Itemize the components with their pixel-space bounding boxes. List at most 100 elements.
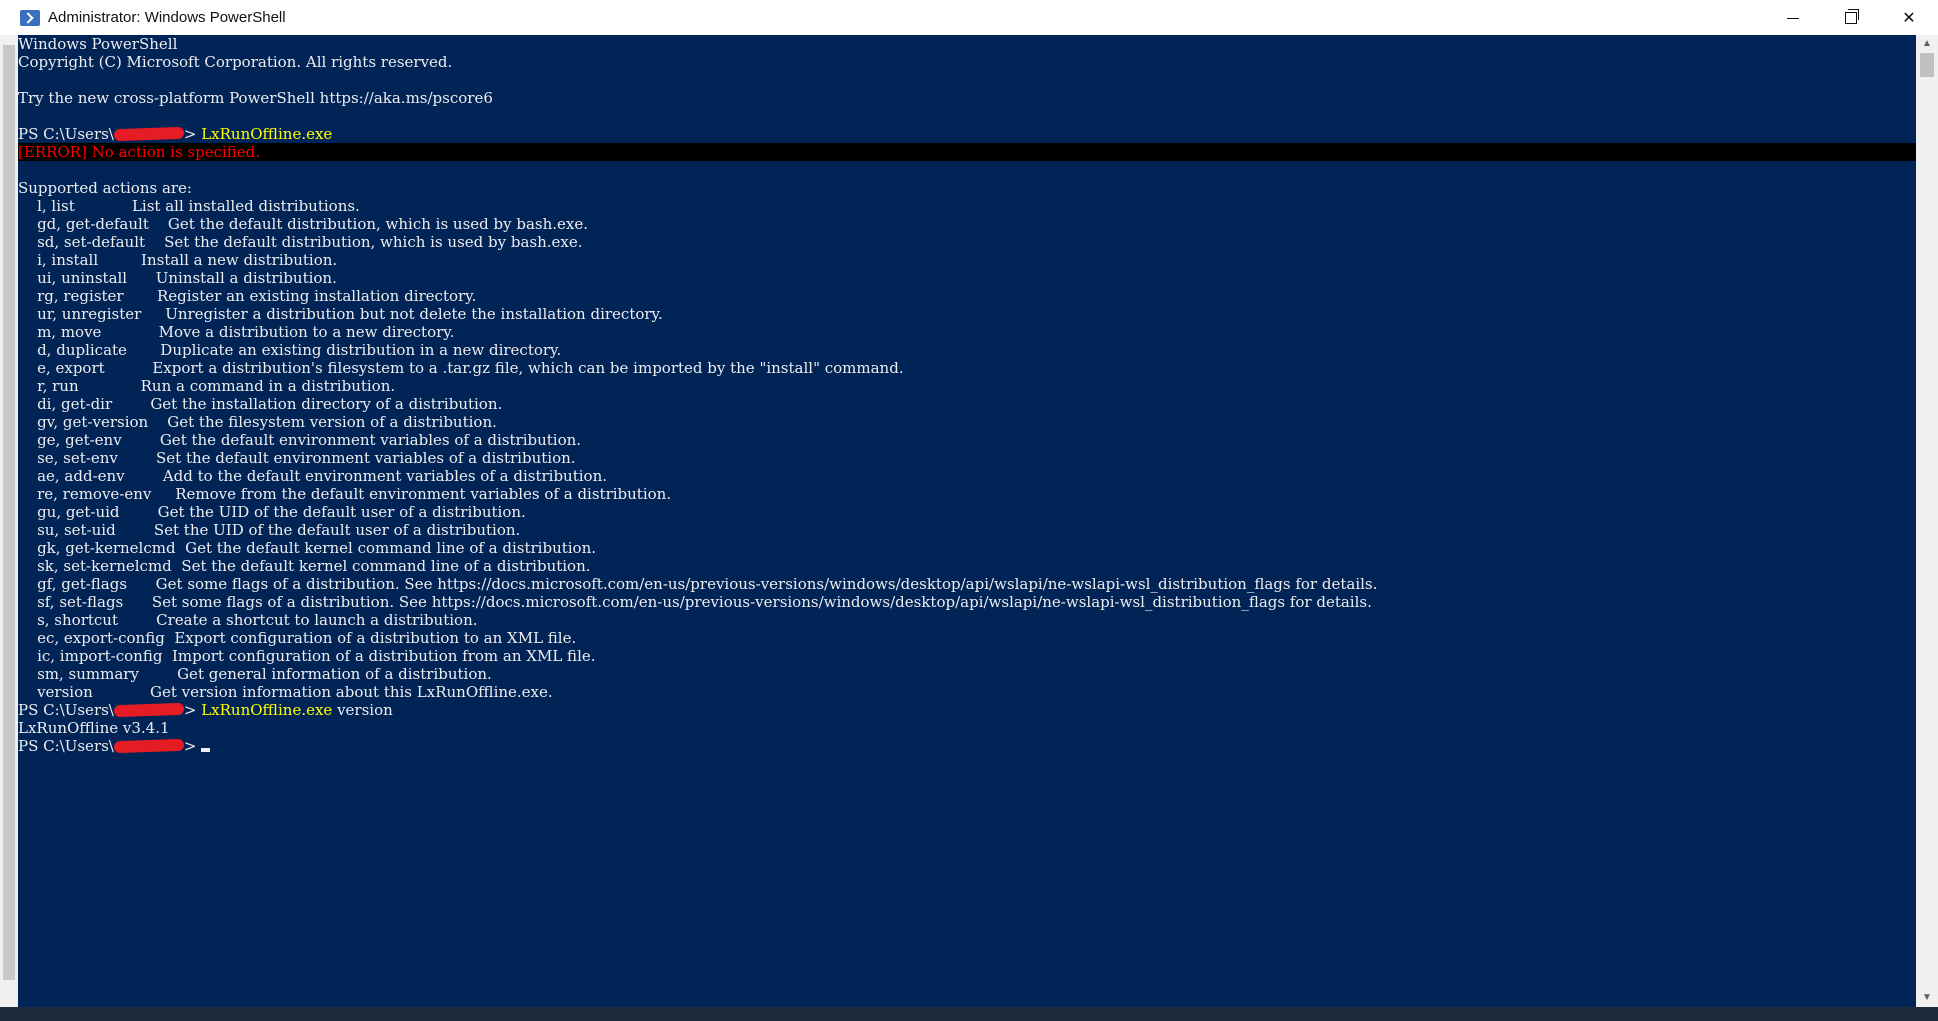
scroll-up-icon[interactable]: ▲ xyxy=(1916,35,1938,53)
version-output-line: LxRunOffline v3.4.1 xyxy=(18,719,1916,737)
restore-button[interactable] xyxy=(1822,0,1880,35)
action-description: List all installed distributions. xyxy=(131,197,360,215)
action-description: Set the UID of the default user of a dis… xyxy=(153,521,521,539)
text-cursor xyxy=(201,748,211,752)
error-line: [ERROR] No action is specified. xyxy=(18,143,1916,161)
action-command: d, duplicate xyxy=(18,341,161,359)
vertical-scrollbar[interactable]: ▲ ▼ xyxy=(1916,35,1938,1007)
action-command: sd, set-default xyxy=(18,233,165,251)
action-command: ec, export-config xyxy=(18,629,175,647)
header-line: Windows PowerShell xyxy=(18,35,1916,53)
action-description: Get general information of a distributio… xyxy=(177,665,492,683)
header-text: Copyright (C) Microsoft Corporation. All… xyxy=(18,53,453,71)
action-description: Get the default environment variables of… xyxy=(159,431,582,449)
action-row: s, shortcut Create a shortcut to launch … xyxy=(18,611,1916,629)
action-description: Create a shortcut to launch a distributi… xyxy=(156,611,478,629)
window-controls: ✕ xyxy=(1764,0,1938,35)
action-command: gv, get-version xyxy=(18,413,168,431)
action-row: gu, get-uid Get the UID of the default u… xyxy=(18,503,1916,521)
action-description: Get the filesystem version of a distribu… xyxy=(167,413,497,431)
action-row: sk, set-kernelcmd Set the default kernel… xyxy=(18,557,1916,575)
action-description: Set the default distribution, which is u… xyxy=(164,233,583,251)
action-row: sm, summary Get general information of a… xyxy=(18,665,1916,683)
action-command: gk, get-kernelcmd xyxy=(18,539,186,557)
command-text: LxRunOffline.exe xyxy=(201,701,333,719)
action-command: re, remove-env xyxy=(18,485,176,503)
action-description: Remove from the default environment vari… xyxy=(175,485,672,503)
prompt-prefix: PS C:\Users\ xyxy=(18,125,114,143)
action-description: Get some flags of a distribution. See ht… xyxy=(155,575,1378,593)
action-command: sf, set-flags xyxy=(18,593,152,611)
action-row: m, move Move a distribution to a new dir… xyxy=(18,323,1916,341)
action-description: Uninstall a distribution. xyxy=(155,269,337,287)
action-description: Import configuration of a distribution f… xyxy=(171,647,596,665)
console-output: Windows PowerShell Copyright (C) Microsof… xyxy=(18,35,1916,755)
action-row: i, install Install a new distribution. xyxy=(18,251,1916,269)
action-row: sd, set-default Set the default distribu… xyxy=(18,233,1916,251)
version-output: LxRunOffline v3.4.1 xyxy=(18,719,170,737)
action-row: e, export Export a distribution's filesy… xyxy=(18,359,1916,377)
action-row: r, run Run a command in a distribution. xyxy=(18,377,1916,395)
action-command: gd, get-default xyxy=(18,215,168,233)
action-description: Get the UID of the default user of a dis… xyxy=(157,503,526,521)
header-text: Windows PowerShell xyxy=(18,35,178,53)
close-button[interactable]: ✕ xyxy=(1880,0,1938,35)
action-description: Get the default distribution, which is u… xyxy=(167,215,589,233)
action-description: Export configuration of a distribution t… xyxy=(174,629,577,647)
action-row: version Get version information about th… xyxy=(18,683,1916,701)
left-frame xyxy=(0,35,18,1021)
window-title: Administrator: Windows PowerShell xyxy=(48,9,286,26)
action-row: ui, uninstall Uninstall a distribution. xyxy=(18,269,1916,287)
action-description: Set the default kernel command line of a… xyxy=(181,557,591,575)
scroll-down-icon[interactable]: ▼ xyxy=(1916,989,1938,1007)
header-line xyxy=(18,71,1916,89)
prompt-line: PS C:\Users\ > LxRunOffline.exe xyxy=(18,125,1916,143)
action-description: Set some flags of a distribution. See ht… xyxy=(151,593,1372,611)
console-area[interactable]: Windows PowerShell Copyright (C) Microsof… xyxy=(18,35,1916,1007)
action-description: Export a distribution's filesystem to a … xyxy=(152,359,904,377)
header-line: Copyright (C) Microsoft Corporation. All… xyxy=(18,53,1916,71)
prompt-line: PS C:\Users\ > LxRunOffline.exe version xyxy=(18,701,1916,719)
taskbar xyxy=(0,1007,1938,1021)
action-description: Move a distribution to a new directory. xyxy=(158,323,455,341)
action-row: rg, register Register an existing instal… xyxy=(18,287,1916,305)
action-row: sf, set-flags Set some flags of a distri… xyxy=(18,593,1916,611)
action-row: ur, unregister Unregister a distribution… xyxy=(18,305,1916,323)
action-description: Register an existing installation direct… xyxy=(156,287,477,305)
powershell-icon xyxy=(20,9,40,26)
redacted-username xyxy=(113,738,185,754)
error-text: [ERROR] No action is specified. xyxy=(18,143,261,161)
action-description: Get the default kernel command line of a… xyxy=(185,539,597,557)
action-description: Get the installation directory of a dist… xyxy=(150,395,503,413)
header-text: Try the new cross-platform PowerShell ht… xyxy=(18,89,493,107)
action-row: l, list List all installed distributions… xyxy=(18,197,1916,215)
action-command: gu, get-uid xyxy=(18,503,158,521)
action-description: Get version information about this LxRun… xyxy=(150,683,553,701)
action-row: gv, get-version Get the filesystem versi… xyxy=(18,413,1916,431)
action-command: m, move xyxy=(18,323,159,341)
action-command: ic, import-config xyxy=(18,647,172,665)
prompt-suffix: > xyxy=(183,125,202,143)
supported-heading: Supported actions are: xyxy=(18,179,1916,197)
action-description: Set the default environment variables of… xyxy=(156,449,576,467)
action-description: Install a new distribution. xyxy=(141,251,338,269)
prompt-suffix: > xyxy=(183,701,202,719)
action-command: ui, uninstall xyxy=(18,269,156,287)
action-row: di, get-dir Get the installation directo… xyxy=(18,395,1916,413)
action-command: rg, register xyxy=(18,287,157,305)
action-command: ur, unregister xyxy=(18,305,166,323)
action-command: di, get-dir xyxy=(18,395,151,413)
prompt-line-current: PS C:\Users\ > xyxy=(18,737,1916,755)
action-row: ge, get-env Get the default environment … xyxy=(18,431,1916,449)
action-command: r, run xyxy=(18,377,141,395)
action-row: d, duplicate Duplicate an existing distr… xyxy=(18,341,1916,359)
redacted-username xyxy=(113,702,185,718)
action-row: ic, import-config Import configuration o… xyxy=(18,647,1916,665)
close-icon: ✕ xyxy=(1902,9,1916,27)
action-command: i, install xyxy=(18,251,142,269)
action-command: se, set-env xyxy=(18,449,157,467)
action-description: Unregister a distribution but not delete… xyxy=(165,305,663,323)
title-bar[interactable]: Administrator: Windows PowerShell ✕ xyxy=(0,0,1938,35)
minimize-button[interactable] xyxy=(1764,0,1822,35)
scroll-thumb[interactable] xyxy=(1920,53,1934,77)
